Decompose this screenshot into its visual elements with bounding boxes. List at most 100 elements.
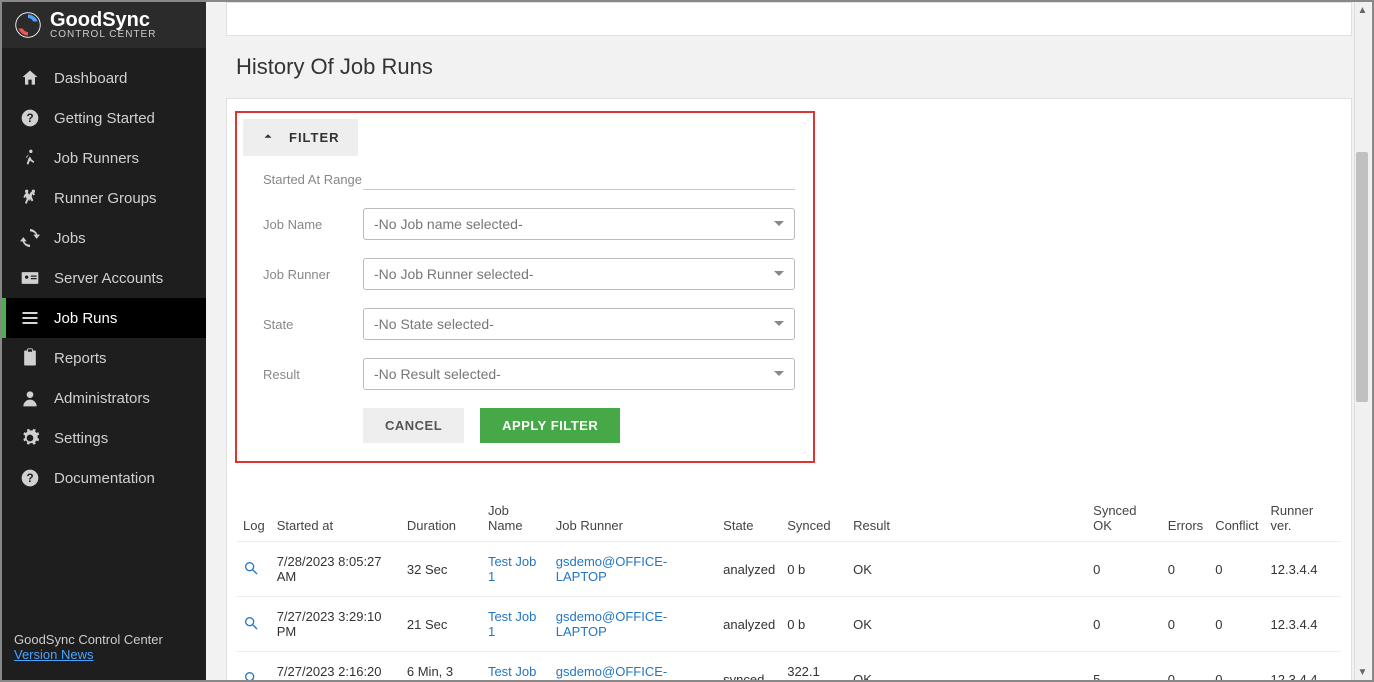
job-runner-link[interactable]: gsdemo@OFFICE-LAPTOP <box>556 609 667 639</box>
duration-cell: 32 Sec <box>401 542 482 597</box>
th-synced-ok[interactable]: Synced OK <box>1087 495 1162 542</box>
sidebar-item-runner-groups[interactable]: Runner Groups <box>2 178 206 218</box>
state-cell: analyzed <box>717 542 781 597</box>
th-synced[interactable]: Synced <box>781 495 847 542</box>
job-runner-cell: gsdemo@OFFICE-LAPTOP <box>550 652 717 681</box>
cancel-button[interactable]: CANCEL <box>363 408 464 443</box>
scroll-thumb[interactable] <box>1356 152 1368 402</box>
filter-toggle[interactable]: FILTER <box>243 119 358 156</box>
job-runner-cell: gsdemo@OFFICE-LAPTOP <box>550 542 717 597</box>
log-cell[interactable] <box>237 542 271 597</box>
th-job-name[interactable]: Job Name <box>482 495 550 542</box>
job-name-select[interactable]: -No Job name selected- <box>363 208 795 240</box>
th-job-runner[interactable]: Job Runner <box>550 495 717 542</box>
filter-label-job-name: Job Name <box>263 217 363 232</box>
runner-ver-cell: 12.3.4.4 <box>1265 542 1341 597</box>
job-runner-select[interactable]: -No Job Runner selected- <box>363 258 795 290</box>
vertical-scrollbar[interactable]: ▲ ▼ <box>1354 2 1370 680</box>
filter-label-job-runner: Job Runner <box>263 267 363 282</box>
log-cell[interactable] <box>237 652 271 681</box>
th-started-at[interactable]: Started at <box>271 495 401 542</box>
svg-text:?: ? <box>26 472 33 485</box>
sidebar-item-label: Reports <box>54 350 107 367</box>
th-runner-ver[interactable]: Runner ver. <box>1265 495 1341 542</box>
state-select[interactable]: -No State selected- <box>363 308 795 340</box>
log-cell[interactable] <box>237 597 271 652</box>
synced-ok-cell: 0 <box>1087 542 1162 597</box>
list-icon <box>20 308 40 328</box>
main-content: History Of Job Runs FILTER Started At Ra… <box>206 2 1372 680</box>
question-circle-icon: ? <box>20 468 40 488</box>
clipboard-icon <box>20 348 40 368</box>
job-name-link[interactable]: Test Job 1 <box>488 609 536 639</box>
job-name-cell: Test Job 1 <box>482 597 550 652</box>
duration-cell: 21 Sec <box>401 597 482 652</box>
footer-title: GoodSync Control Center <box>14 632 194 647</box>
caret-down-icon <box>774 316 784 332</box>
sidebar-item-job-runs[interactable]: Job Runs <box>2 298 206 338</box>
sidebar-item-documentation[interactable]: ? Documentation <box>2 458 206 498</box>
result-cell: OK <box>847 542 1087 597</box>
sidebar-item-dashboard[interactable]: Dashboard <box>2 58 206 98</box>
synced-cell: 0 b <box>781 597 847 652</box>
filter-label-state: State <box>263 317 363 332</box>
sidebar-item-reports[interactable]: Reports <box>2 338 206 378</box>
th-log[interactable]: Log <box>237 495 271 542</box>
conflict-cell: 0 <box>1209 597 1264 652</box>
state-cell: analyzed <box>717 597 781 652</box>
home-icon <box>20 68 40 88</box>
th-result[interactable]: Result <box>847 495 1087 542</box>
table-header-row: Log Started at Duration Job Name Job Run… <box>237 495 1341 542</box>
sidebar-item-label: Administrators <box>54 390 150 407</box>
conflict-cell: 0 <box>1209 652 1264 681</box>
id-card-icon <box>20 268 40 288</box>
synced-cell: 0 b <box>781 542 847 597</box>
select-value: -No State selected- <box>374 316 494 332</box>
sidebar-item-job-runners[interactable]: Job Runners <box>2 138 206 178</box>
errors-cell: 0 <box>1162 542 1209 597</box>
filter-header-label: FILTER <box>289 130 340 145</box>
scroll-up-arrow-icon[interactable]: ▲ <box>1355 2 1370 18</box>
sidebar-item-settings[interactable]: Settings <box>2 418 206 458</box>
apply-filter-button[interactable]: APPLY FILTER <box>480 408 620 443</box>
job-runs-table: Log Started at Duration Job Name Job Run… <box>237 495 1341 680</box>
job-name-link[interactable]: Test Job 1 <box>488 664 536 680</box>
th-errors[interactable]: Errors <box>1162 495 1209 542</box>
sidebar-item-label: Job Runs <box>54 310 117 327</box>
job-runner-link[interactable]: gsdemo@OFFICE-LAPTOP <box>556 664 667 680</box>
sidebar-item-jobs[interactable]: Jobs <box>2 218 206 258</box>
started-at-range-input[interactable] <box>363 168 795 190</box>
select-value: -No Job Runner selected- <box>374 266 534 282</box>
user-icon <box>20 388 40 408</box>
logo-bar: GoodSync CONTROL CENTER <box>2 2 206 48</box>
state-cell: synced <box>717 652 781 681</box>
errors-cell: 0 <box>1162 597 1209 652</box>
question-circle-icon: ? <box>20 108 40 128</box>
th-state[interactable]: State <box>717 495 781 542</box>
job-name-link[interactable]: Test Job 1 <box>488 554 536 584</box>
filter-panel: FILTER Started At Range Job Name -No Job… <box>235 111 815 463</box>
result-select[interactable]: -No Result selected- <box>363 358 795 390</box>
page-title: History Of Job Runs <box>236 54 1352 80</box>
job-name-cell: Test Job 1 <box>482 542 550 597</box>
sidebar-item-getting-started[interactable]: ? Getting Started <box>2 98 206 138</box>
sidebar-item-administrators[interactable]: Administrators <box>2 378 206 418</box>
table-row: 7/28/2023 8:05:27 AM32 SecTest Job 1 gsde… <box>237 542 1341 597</box>
version-news-link[interactable]: Version News <box>14 647 93 662</box>
duration-cell: 6 Min, 3 Sec <box>401 652 482 681</box>
sidebar-item-server-accounts[interactable]: Server Accounts <box>2 258 206 298</box>
scroll-down-arrow-icon[interactable]: ▼ <box>1355 664 1370 680</box>
sidebar-item-label: Runner Groups <box>54 190 157 207</box>
runner-ver-cell: 12.3.4.4 <box>1265 652 1341 681</box>
result-cell: OK <box>847 597 1087 652</box>
job-runner-link[interactable]: gsdemo@OFFICE-LAPTOP <box>556 554 667 584</box>
sidebar-item-label: Server Accounts <box>54 270 163 287</box>
top-blank-card <box>226 2 1352 36</box>
started-at-cell: 7/28/2023 8:05:27 AM <box>271 542 401 597</box>
content-card: FILTER Started At Range Job Name -No Job… <box>226 98 1352 680</box>
synced-ok-cell: 0 <box>1087 597 1162 652</box>
select-value: -No Job name selected- <box>374 216 523 232</box>
th-conflict[interactable]: Conflict <box>1209 495 1264 542</box>
result-cell: OK <box>847 652 1087 681</box>
th-duration[interactable]: Duration <box>401 495 482 542</box>
